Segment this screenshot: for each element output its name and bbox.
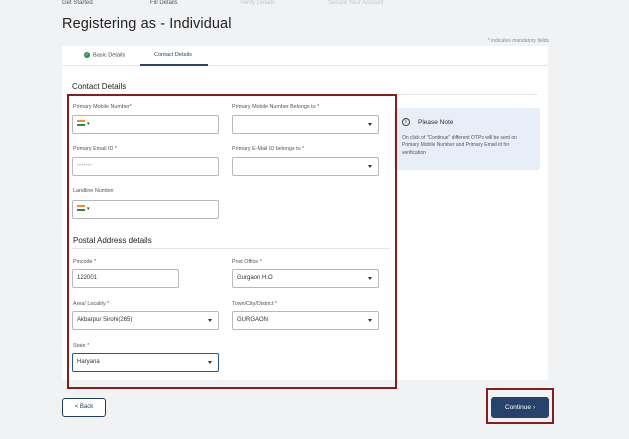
note-body: On click of "Continue" different OTPs wi… bbox=[402, 135, 517, 156]
check-icon: ✓ bbox=[84, 52, 90, 58]
step-secure-account: Secure Your Account bbox=[328, 0, 384, 6]
page-title: Registering as - Individual bbox=[62, 16, 232, 32]
back-button[interactable]: < Back bbox=[62, 398, 106, 417]
step-fill-details: Fill Details bbox=[150, 0, 178, 6]
highlight-form-box bbox=[67, 94, 397, 389]
continue-button[interactable]: Continue › bbox=[491, 397, 549, 418]
step-verify-details: Verify Details bbox=[240, 0, 276, 6]
note-title: Please Note bbox=[418, 119, 454, 126]
tab-contact-details[interactable]: Contact Details bbox=[154, 52, 192, 58]
mandatory-note: * indicates mandatory fields bbox=[487, 38, 549, 44]
tab-label: Basic Details bbox=[93, 52, 126, 59]
step-get-started: Get Started bbox=[62, 0, 93, 6]
tab-bar: ✓ Basic Details Contact Details bbox=[62, 46, 548, 66]
please-note-panel: i Please Note On click of "Continue" dif… bbox=[394, 108, 540, 170]
tab-basic-details[interactable]: ✓ Basic Details bbox=[84, 52, 125, 58]
contact-details-title: Contact Details bbox=[72, 82, 127, 91]
tab-label: Contact Details bbox=[154, 52, 192, 58]
active-tab-indicator bbox=[140, 64, 208, 66]
stepper: Get Started Fill Details Verify Details … bbox=[0, 0, 629, 8]
info-icon: i bbox=[402, 118, 410, 126]
